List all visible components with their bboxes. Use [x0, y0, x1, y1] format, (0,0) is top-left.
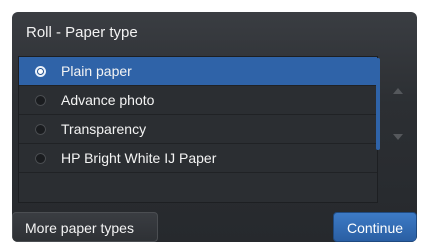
paper-type-option-plain-paper[interactable]: Plain paper [19, 57, 377, 86]
list-scrollbar[interactable] [376, 58, 380, 150]
radio-unselected-icon [35, 153, 46, 164]
more-paper-types-button[interactable]: More paper types [12, 212, 158, 242]
radio-unselected-icon [35, 95, 46, 106]
scroll-down-button[interactable] [384, 120, 412, 160]
paper-type-option-advance-photo[interactable]: Advance photo [19, 86, 377, 115]
continue-button[interactable]: Continue [333, 212, 417, 242]
screen: Roll - Paper type Plain paper Advance ph… [0, 0, 421, 242]
paper-type-label: Advance photo [61, 92, 155, 108]
paper-type-dialog: Roll - Paper type Plain paper Advance ph… [12, 12, 417, 242]
radio-selected-icon [35, 66, 46, 77]
scroll-up-button[interactable] [384, 74, 412, 114]
paper-type-label: Transparency [61, 121, 147, 137]
triangle-down-icon [393, 134, 403, 140]
paper-type-label: HP Bright White IJ Paper [61, 150, 217, 166]
paper-type-option-hp-bright-white[interactable]: HP Bright White IJ Paper [19, 144, 377, 173]
dialog-title: Roll - Paper type [26, 24, 138, 41]
paper-type-list: Plain paper Advance photo Transparency H… [18, 56, 378, 203]
paper-type-option-transparency[interactable]: Transparency [19, 115, 377, 144]
radio-unselected-icon [35, 124, 46, 135]
triangle-up-icon [393, 88, 403, 94]
paper-type-label: Plain paper [61, 63, 132, 79]
